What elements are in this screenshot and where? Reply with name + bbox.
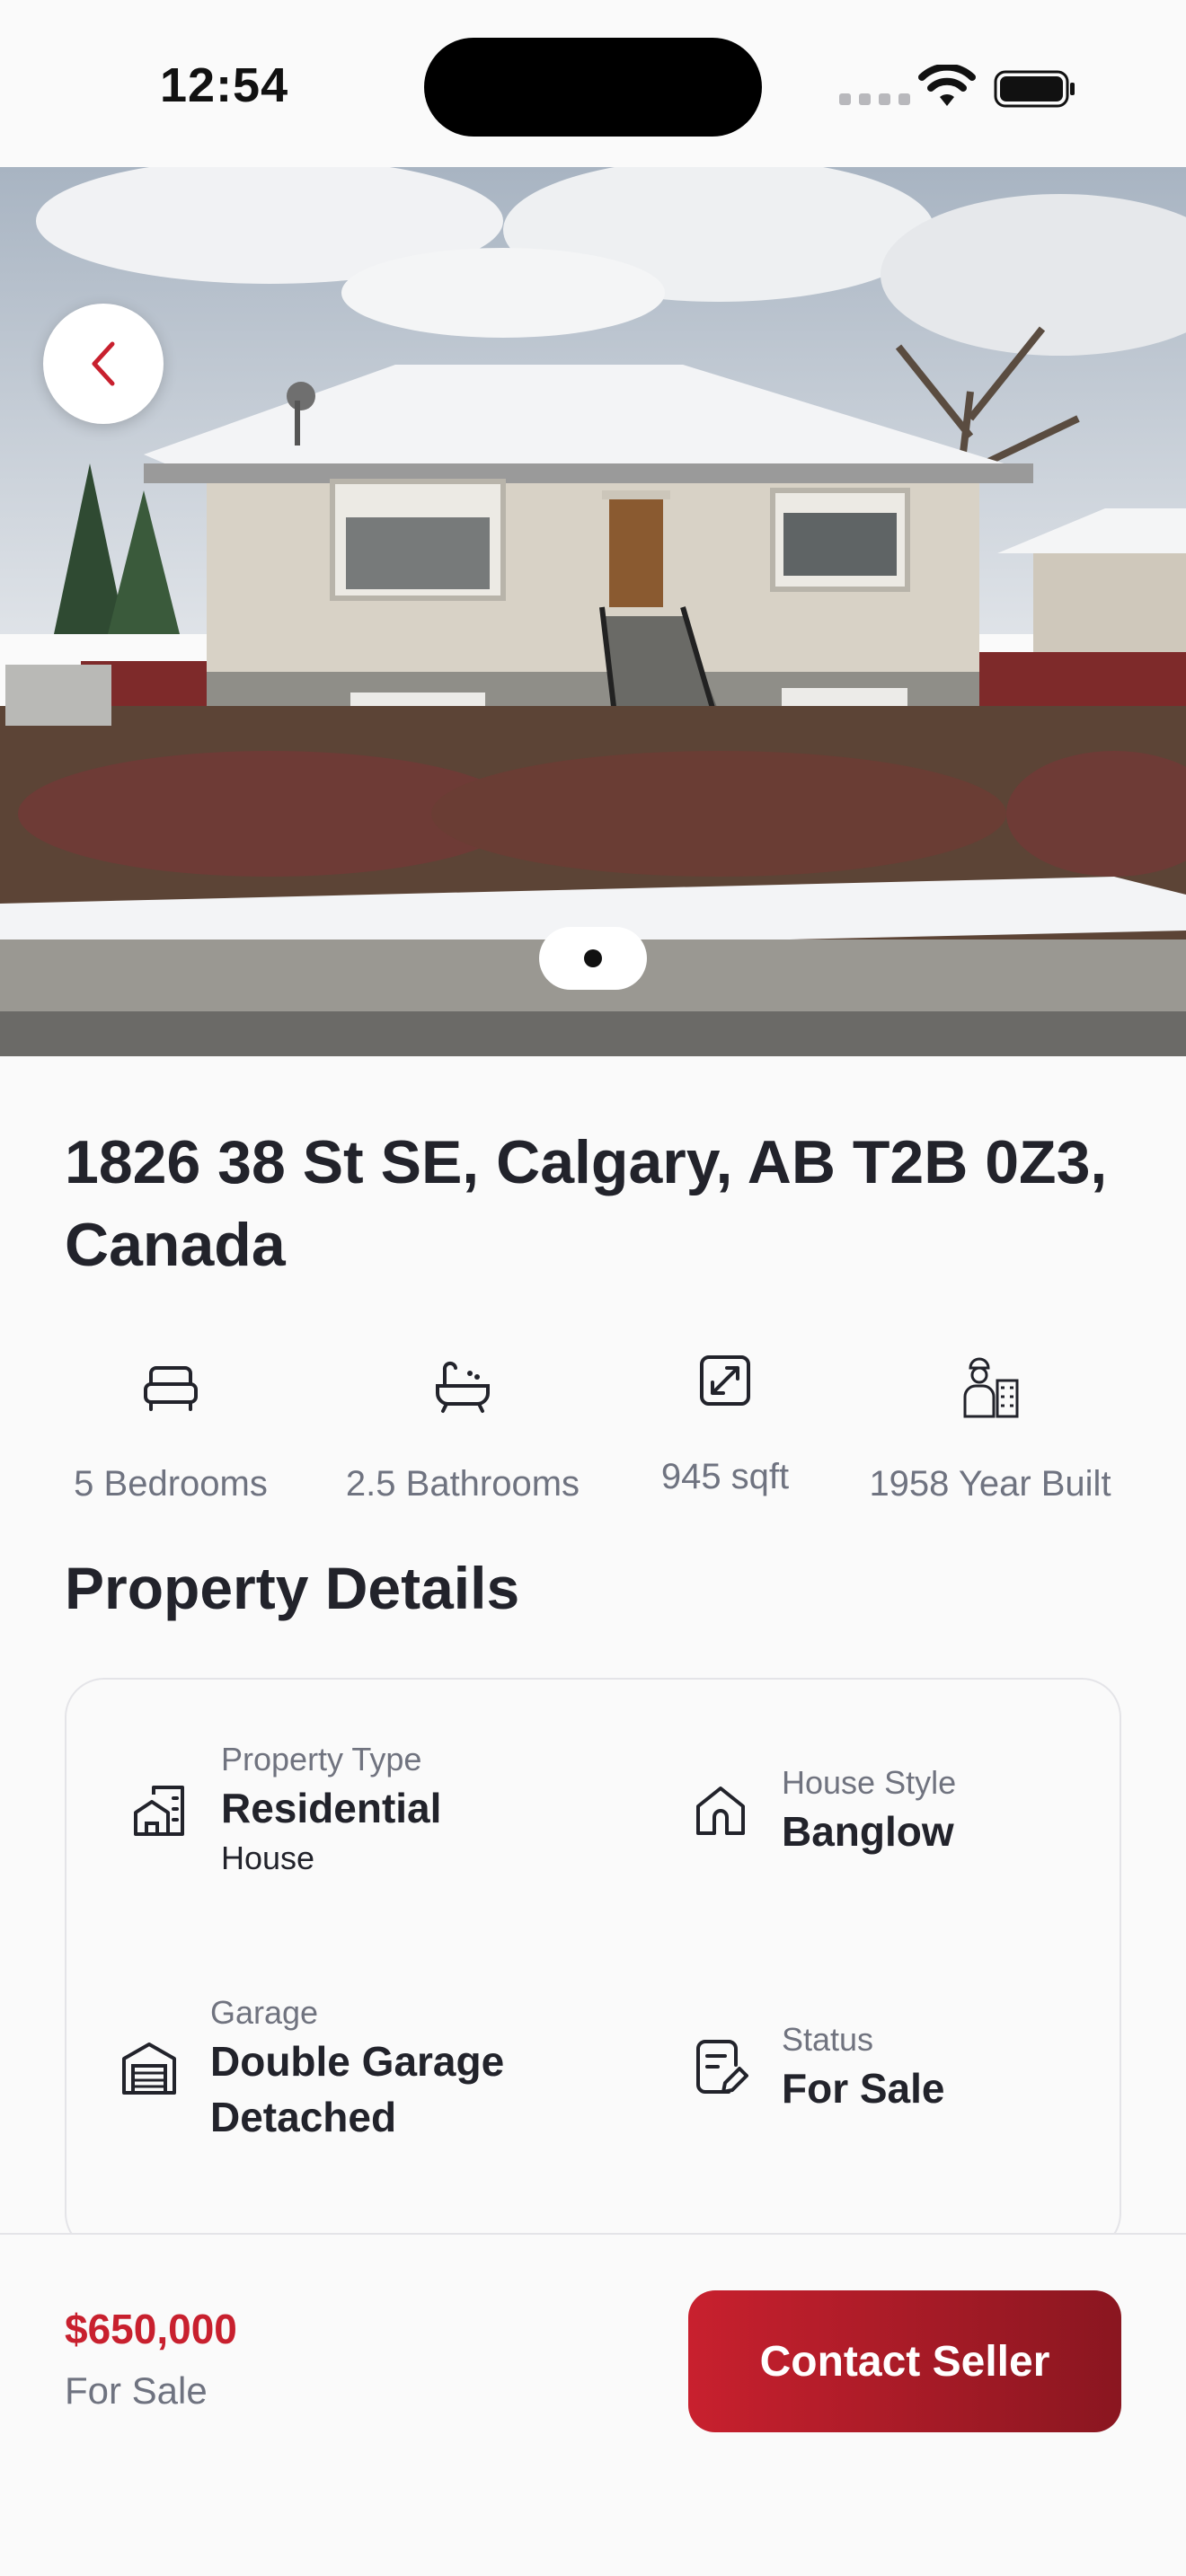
chevron-left-icon [92, 341, 115, 386]
status-value: For Sale [782, 2065, 945, 2112]
detail-house-style: House Style Banglow [686, 1762, 956, 1859]
detail-property-type: Property Type Residential House [126, 1739, 441, 1881]
stat-year-built: 1958 Year Built [859, 1347, 1121, 1504]
section-title-property-details: Property Details [65, 1555, 520, 1621]
battery-icon [994, 70, 1075, 108]
property-type-label: Property Type [221, 1741, 422, 1778]
bed-icon [144, 1366, 198, 1411]
house-icon [696, 1786, 745, 1835]
garage-value: Double Garage Detached [210, 2038, 505, 2140]
page-dot-active [584, 949, 602, 967]
carousel-page-indicator[interactable] [539, 927, 647, 990]
property-details-card: Property Type Residential House House St… [65, 1678, 1121, 2253]
property-type-value: Residential [221, 1785, 442, 1831]
price-value: $650,000 [65, 2306, 237, 2352]
stat-bathrooms: 2.5 Bathrooms [334, 1347, 591, 1504]
property-address: 1826 38 St SE, Calgary, AB T2B 0Z3, Cana… [65, 1128, 1108, 1279]
expand-icon [700, 1355, 750, 1406]
dynamic-island [424, 38, 762, 137]
status-time: 12:54 [160, 58, 289, 112]
contact-seller-button[interactable]: Contact Seller [688, 2290, 1121, 2432]
builder-icon [963, 1357, 1019, 1418]
detail-garage: Garage Double Garage Detached [115, 1992, 552, 2145]
stat-label: 2.5 Bathrooms [345, 1464, 580, 1504]
stat-area: 945 sqft [649, 1340, 801, 1497]
house-style-label: House Style [782, 1764, 957, 1801]
house-style-value: Banglow [782, 1808, 954, 1855]
property-type-sub: House [221, 1839, 315, 1876]
garage-label: Garage [210, 1994, 319, 2031]
stat-label: 945 sqft [660, 1457, 790, 1496]
bathtub-icon [436, 1361, 490, 1413]
bottom-action-bar: $650,000 For Sale Contact Seller [0, 2233, 1186, 2576]
property-stats: 5 Bedrooms 2.5 Bathrooms 945 sqft 1958 Y… [0, 1347, 1186, 1509]
property-photo [0, 167, 1186, 1056]
note-edit-icon [696, 2040, 748, 2094]
stat-label: 5 Bedrooms [74, 1464, 268, 1504]
cellular-signal-icon [839, 93, 910, 105]
status-label: Status [782, 2021, 874, 2058]
garage-icon [122, 2042, 176, 2095]
buildings-icon [134, 1786, 184, 1836]
price-status: For Sale [65, 2369, 208, 2412]
status-bar: 12:54 [0, 0, 1186, 167]
stat-bedrooms: 5 Bedrooms [65, 1347, 277, 1504]
property-photo-carousel[interactable] [0, 167, 1186, 1056]
detail-status: Status For Sale [686, 2019, 945, 2116]
back-button[interactable] [43, 304, 164, 424]
wifi-icon [918, 65, 976, 106]
stat-label: 1958 Year Built [869, 1464, 1111, 1504]
